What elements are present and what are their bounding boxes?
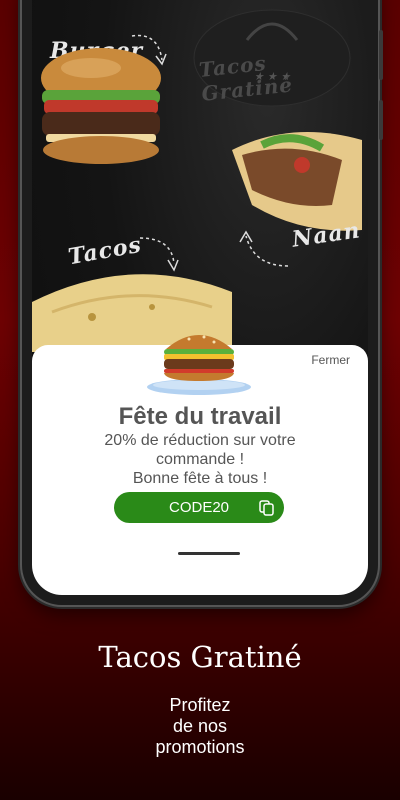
promo-title: Fête du travail xyxy=(118,403,282,430)
power-button xyxy=(379,100,383,140)
phone-frame: Burger ★ ★ ★ Tacos Gratiné xyxy=(22,0,383,605)
burger-image xyxy=(41,48,161,164)
promo-message: 20% de réduction sur votre commande ! Bo… xyxy=(104,432,296,487)
brand-logo: ★ ★ ★ Tacos Gratiné xyxy=(192,0,352,110)
arrow-doodle-icon xyxy=(239,230,289,267)
promo-code-text: CODE20 xyxy=(168,499,230,516)
volume-button xyxy=(379,30,383,80)
brand-name: Tacos Gratiné xyxy=(98,640,302,674)
burger-illustration xyxy=(147,335,251,395)
promo-popup: Fermer Fête du travail 20% de réduction … xyxy=(32,335,368,595)
copy-icon[interactable] xyxy=(259,500,274,516)
app-screen: Burger ★ ★ ★ Tacos Gratiné xyxy=(32,0,368,595)
promo-code-button[interactable]: CODE20 xyxy=(114,492,284,523)
tagline: Profitez de nos promotions xyxy=(155,695,245,757)
close-button[interactable]: Fermer xyxy=(311,353,350,367)
home-indicator[interactable] xyxy=(178,552,240,555)
